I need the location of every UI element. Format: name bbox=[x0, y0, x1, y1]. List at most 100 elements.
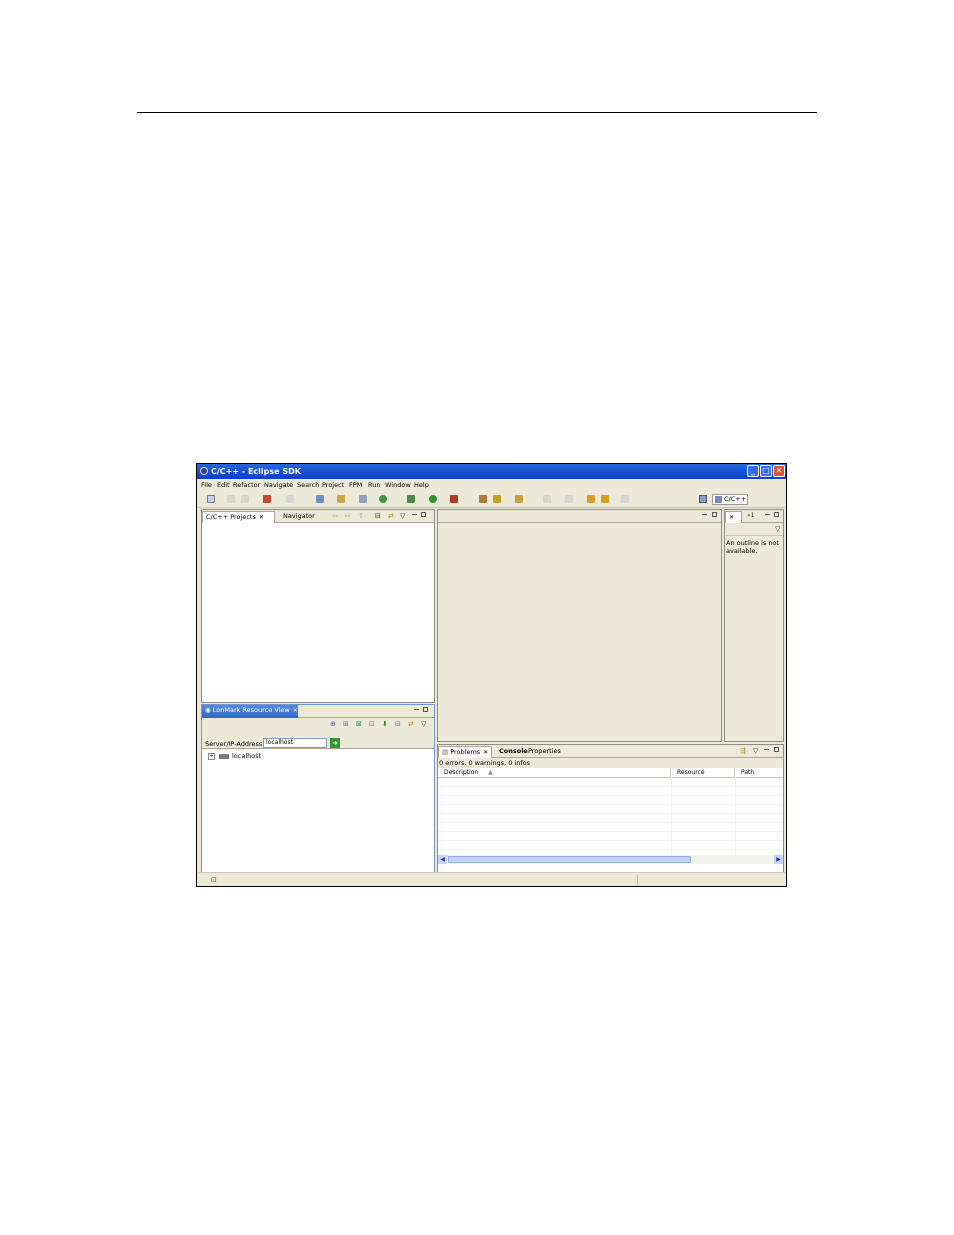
maximize-button[interactable]: □ bbox=[760, 465, 772, 477]
view-menu-icon[interactable]: ▽ bbox=[775, 525, 780, 533]
close-button[interactable]: ✕ bbox=[773, 465, 785, 477]
new-folder-icon[interactable] bbox=[337, 495, 345, 503]
close-icon[interactable]: ✕ bbox=[483, 749, 488, 756]
perspective-cpp-button[interactable]: C/C++ bbox=[712, 494, 748, 505]
menu-window[interactable]: Window bbox=[385, 481, 411, 489]
title-bar[interactable]: C/C++ - Eclipse SDK _ □ ✕ bbox=[197, 464, 786, 479]
open-type-icon[interactable] bbox=[479, 495, 487, 503]
minimize-view-icon[interactable] bbox=[412, 514, 417, 515]
tab-console-label: Console bbox=[499, 747, 528, 755]
back-icon[interactable] bbox=[601, 495, 609, 503]
external-tools-icon[interactable] bbox=[450, 495, 458, 503]
table-row-line bbox=[438, 804, 783, 805]
menu-navigate[interactable]: Navigate bbox=[264, 481, 293, 489]
close-icon[interactable]: ✕ bbox=[259, 514, 264, 521]
tab-properties[interactable]: Properties bbox=[525, 746, 564, 758]
main-toolbar: C/C++ bbox=[197, 491, 786, 508]
menu-project[interactable]: Project bbox=[322, 481, 344, 489]
new-file-icon[interactable] bbox=[359, 495, 367, 503]
link-icon[interactable]: ⇄ bbox=[408, 720, 414, 728]
debug-icon[interactable] bbox=[407, 495, 415, 503]
forward-icon[interactable] bbox=[621, 495, 629, 503]
run-icon[interactable] bbox=[429, 495, 437, 503]
tab-cpp-projects[interactable]: C/C++ Projects ✕ bbox=[202, 511, 275, 523]
server-address-input[interactable]: localhost bbox=[263, 738, 327, 748]
maximize-view-icon[interactable] bbox=[712, 512, 717, 517]
view-menu-icon[interactable]: ▽ bbox=[400, 512, 405, 520]
back-nav-icon[interactable]: ⇦ bbox=[332, 512, 338, 520]
refresh-icon[interactable] bbox=[379, 495, 387, 503]
tab-outline[interactable]: ✕ bbox=[725, 511, 742, 523]
view-menu-icon[interactable]: ▽ bbox=[421, 720, 426, 728]
up-nav-icon[interactable]: ⇧ bbox=[358, 512, 364, 520]
previous-annotation-icon[interactable] bbox=[565, 495, 573, 503]
maximize-view-icon[interactable] bbox=[423, 707, 428, 712]
build-icon[interactable] bbox=[263, 495, 271, 503]
tab-resource-view[interactable]: ◉ LonMark Resource View ✕ bbox=[202, 705, 298, 718]
download-icon[interactable]: ⬇ bbox=[382, 720, 388, 728]
menu-refactor[interactable]: Refactor bbox=[233, 481, 260, 489]
next-annotation-icon[interactable] bbox=[543, 495, 551, 503]
server-icon bbox=[219, 753, 229, 759]
table-row-line bbox=[438, 822, 783, 823]
window-title: C/C++ - Eclipse SDK bbox=[211, 467, 301, 476]
save-icon[interactable] bbox=[227, 495, 235, 503]
menu-help[interactable]: Help bbox=[414, 481, 429, 489]
link-editor-icon[interactable]: ⇄ bbox=[388, 512, 394, 520]
fast-view-icon[interactable]: ⊡ bbox=[211, 876, 217, 884]
go-button[interactable]: ➜ bbox=[330, 738, 340, 748]
minimize-view-icon[interactable] bbox=[702, 514, 707, 515]
scroll-left-icon[interactable]: ◀ bbox=[438, 855, 447, 864]
scrollbar-thumb[interactable] bbox=[448, 856, 691, 863]
menu-fpm[interactable]: FPM bbox=[349, 481, 362, 489]
tree-item-localhost[interactable]: localhost bbox=[232, 752, 261, 760]
connect-icon[interactable]: ⊕ bbox=[330, 720, 336, 728]
scroll-right-icon[interactable]: ▶ bbox=[774, 855, 783, 864]
properties-icon[interactable]: ⊟ bbox=[395, 720, 401, 728]
close-icon[interactable]: ✕ bbox=[293, 707, 298, 714]
problems-panel: ▤ Problems ✕ Console Properties ⇶ ▽ 0 err… bbox=[437, 744, 784, 873]
commission-icon[interactable]: ⊠ bbox=[356, 720, 362, 728]
add-device-icon[interactable]: ⊞ bbox=[343, 720, 349, 728]
problems-summary: 0 errors, 0 warnings, 0 infos bbox=[438, 758, 783, 768]
query-icon[interactable]: ⊡ bbox=[369, 720, 375, 728]
last-edit-icon[interactable] bbox=[587, 495, 595, 503]
open-resource-icon[interactable] bbox=[515, 495, 523, 503]
forward-nav-icon[interactable]: ⇨ bbox=[345, 512, 351, 520]
eclipse-window: C/C++ - Eclipse SDK _ □ ✕ File Edit Refa… bbox=[196, 463, 787, 887]
collapse-all-icon[interactable]: ⊟ bbox=[375, 512, 381, 520]
menu-file[interactable]: File bbox=[201, 481, 212, 489]
outline-divider bbox=[726, 535, 782, 536]
status-bar: ⊡ bbox=[197, 872, 786, 886]
new-project-icon[interactable] bbox=[316, 495, 324, 503]
search-icon[interactable] bbox=[493, 495, 501, 503]
menu-edit[interactable]: Edit bbox=[217, 481, 230, 489]
print-icon[interactable] bbox=[241, 495, 249, 503]
maximize-view-icon[interactable] bbox=[774, 512, 779, 517]
maximize-view-icon[interactable] bbox=[421, 512, 426, 517]
horizontal-scrollbar[interactable]: ◀ ▶ bbox=[438, 855, 783, 864]
new-icon[interactable] bbox=[207, 495, 215, 503]
minimize-view-icon[interactable] bbox=[764, 749, 769, 750]
column-description[interactable]: Description ▲ bbox=[438, 768, 671, 777]
minimize-button[interactable]: _ bbox=[747, 465, 759, 477]
tab-problems[interactable]: ▤ Problems ✕ bbox=[438, 746, 492, 758]
menu-search[interactable]: Search bbox=[297, 481, 319, 489]
open-perspective-icon[interactable] bbox=[699, 495, 707, 503]
column-divider bbox=[735, 777, 736, 855]
maximize-view-icon[interactable] bbox=[774, 747, 779, 752]
table-row-line bbox=[438, 786, 783, 787]
minimize-view-icon[interactable] bbox=[414, 709, 419, 710]
minimize-view-icon[interactable] bbox=[765, 514, 770, 515]
menu-run[interactable]: Run bbox=[368, 481, 380, 489]
expand-icon[interactable]: + bbox=[208, 752, 215, 760]
close-icon[interactable]: ✕ bbox=[729, 514, 734, 521]
column-resource[interactable]: Resource bbox=[671, 768, 735, 777]
tab-navigator[interactable]: Navigator bbox=[280, 511, 318, 523]
make-targets-icon[interactable]: »1 bbox=[747, 512, 755, 520]
view-menu-icon[interactable]: ▽ bbox=[753, 747, 758, 755]
filter-icon[interactable]: ⇶ bbox=[740, 747, 746, 755]
column-path[interactable]: Path bbox=[735, 768, 783, 777]
resource-view-header: ⊕ ⊞ ⊠ ⊡ ⬇ ⊟ ⇄ ▽ Server/IP-Address: local… bbox=[202, 718, 434, 749]
history-icon[interactable] bbox=[286, 495, 294, 503]
